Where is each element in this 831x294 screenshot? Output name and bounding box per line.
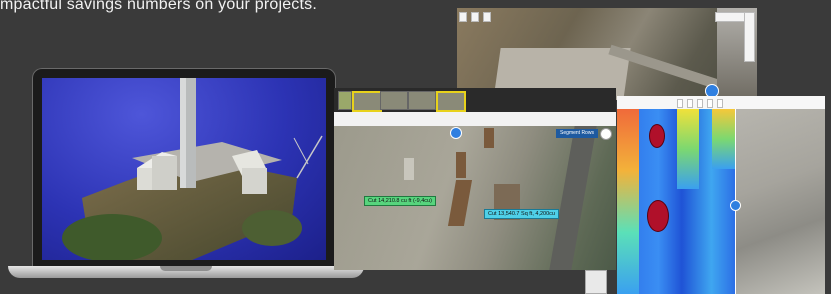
heat-band — [712, 109, 735, 169]
toolbar-button[interactable] — [677, 99, 683, 108]
thumbnail[interactable] — [380, 91, 408, 110]
thumbnail[interactable] — [408, 91, 436, 110]
tool-row — [334, 112, 616, 126]
aerial-screenshot-top — [457, 8, 757, 100]
hotspot-marker[interactable] — [647, 200, 669, 232]
laptop-mockup — [8, 68, 364, 283]
heat-band — [677, 109, 699, 189]
mini-legend — [585, 270, 607, 294]
heatmap-comparison-screenshot — [617, 96, 825, 294]
toolbar-button[interactable] — [483, 12, 491, 22]
zoom-controls-icon[interactable] — [744, 12, 755, 62]
volume-label[interactable]: Cut 14,210.8 cu ft (-9,4cu) — [364, 196, 436, 206]
hotspot-marker[interactable] — [649, 124, 665, 148]
toolbar-button[interactable] — [687, 99, 693, 108]
tagline: mpactful savings numbers on your project… — [0, 0, 317, 13]
elevation-heatmap[interactable] — [617, 109, 735, 294]
toolbar-button[interactable] — [459, 12, 467, 22]
toolbar-button[interactable] — [717, 99, 723, 108]
toolbar-button[interactable] — [697, 99, 703, 108]
annotated-site-screenshot: Segment Rows Cut 14,210.8 cu ft (-9,4cu)… — [334, 88, 616, 270]
volume-label[interactable]: Cut 13,540.7 Sq ft, 4,200cu — [484, 209, 559, 219]
menu-button[interactable] — [600, 128, 612, 140]
laptop-lid — [32, 68, 336, 268]
thumbnail[interactable] — [338, 91, 352, 110]
thumbnail-selected[interactable] — [436, 91, 466, 112]
point-cloud-view — [42, 78, 326, 260]
thumbnail-bar — [334, 88, 616, 112]
building — [456, 152, 466, 178]
cell-tower-3d-model — [62, 78, 323, 260]
building — [404, 158, 414, 180]
heat-band — [617, 109, 639, 294]
building — [484, 128, 494, 148]
toolbar-button[interactable] — [471, 12, 479, 22]
laptop-notch — [160, 266, 212, 271]
map-pin-icon[interactable] — [450, 127, 462, 139]
toolbar — [617, 96, 825, 110]
toolbar-button[interactable] — [707, 99, 713, 108]
segment-dropdown[interactable]: Segment Rows — [556, 129, 598, 138]
thumbnail-selected[interactable] — [352, 91, 382, 112]
nav-arrows-icon[interactable] — [730, 200, 741, 211]
orthophoto-pane — [736, 109, 825, 294]
